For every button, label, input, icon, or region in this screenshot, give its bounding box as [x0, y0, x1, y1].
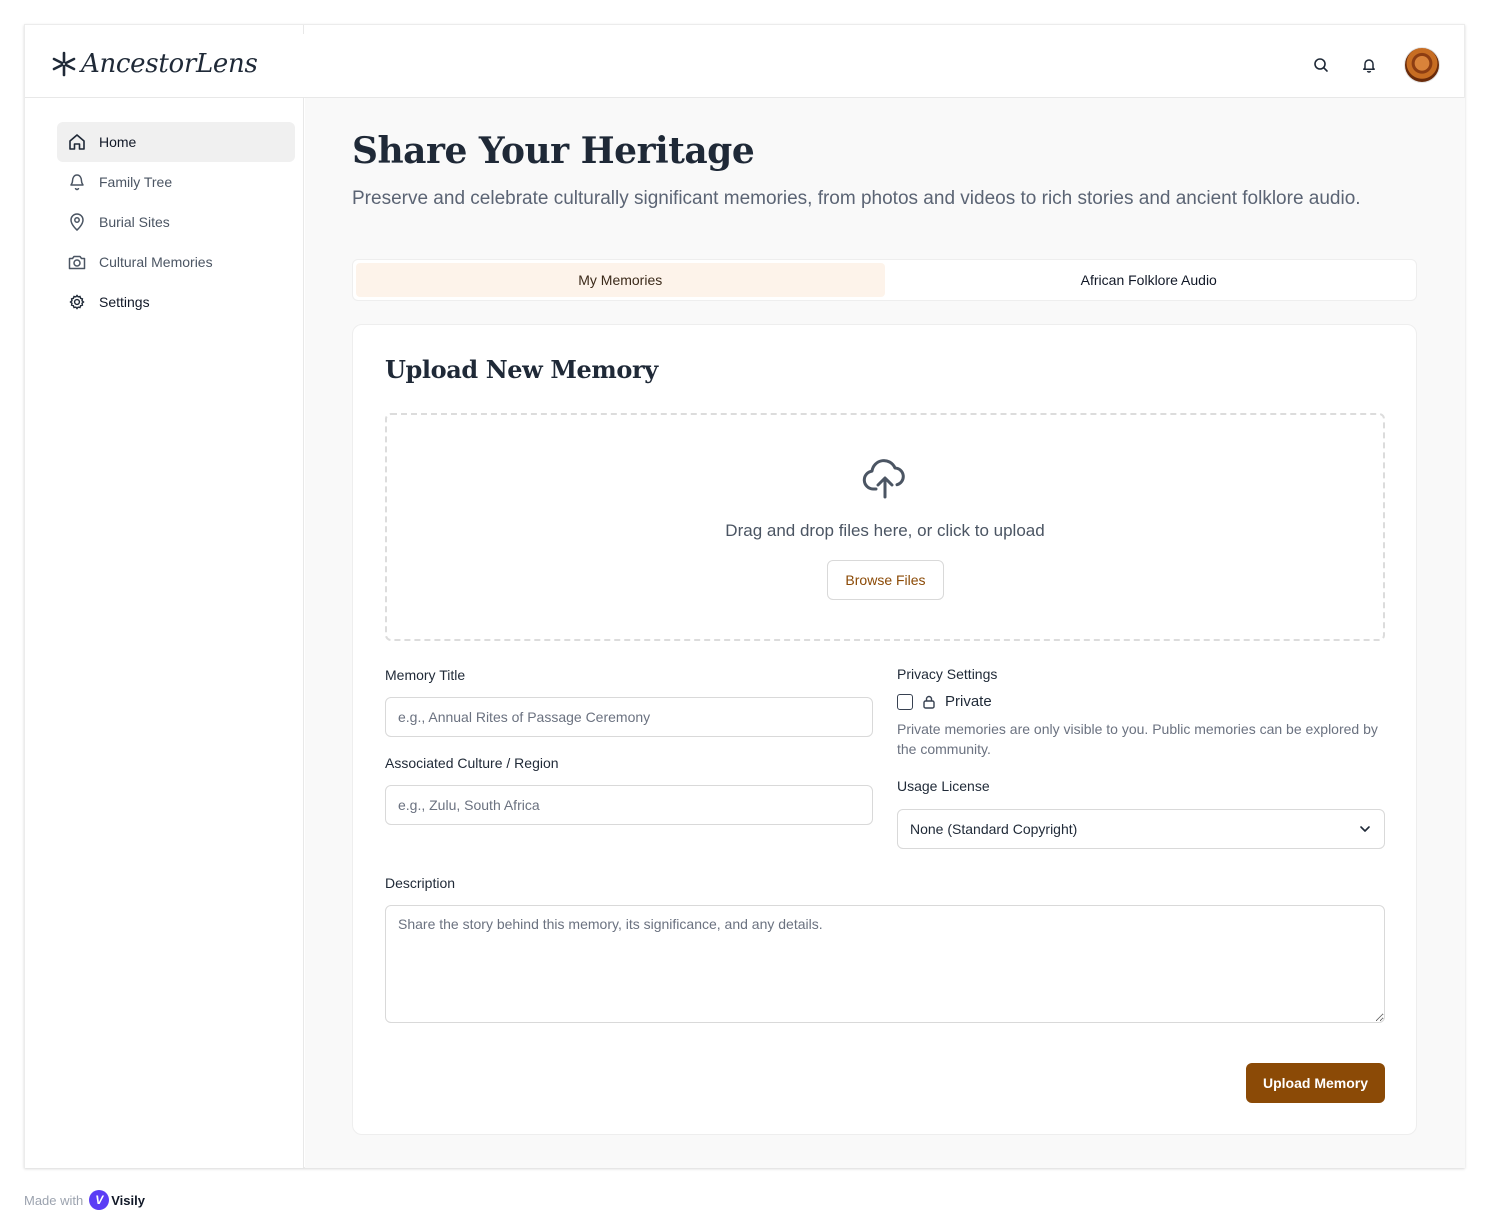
visily-logo-icon: V: [89, 1190, 110, 1210]
lock-icon: [923, 695, 935, 709]
file-dropzone[interactable]: Drag and drop files here, or click to up…: [385, 413, 1385, 641]
visily-badge: V Visily: [89, 1190, 145, 1210]
description-textarea[interactable]: [385, 905, 1385, 1023]
made-with-footer[interactable]: Made with V Visily: [24, 1190, 145, 1210]
tab-my-memories[interactable]: My Memories: [356, 263, 885, 297]
memory-title-label: Memory Title: [385, 667, 466, 683]
sidebar-item-label: Settings: [99, 294, 150, 310]
made-with-text: Made with: [24, 1192, 84, 1208]
privacy-help-text: Private memories are only visible to you…: [897, 721, 1378, 757]
description-label: Description: [385, 875, 456, 891]
page-subtitle: Preserve and celebrate culturally signif…: [352, 188, 1361, 209]
sidebar-item-settings[interactable]: Settings: [57, 282, 295, 322]
card-title: Upload New Memory: [385, 355, 658, 384]
top-bar: AncestorLens: [25, 33, 1464, 98]
usage-license-select[interactable]: None (Standard Copyright): [897, 809, 1385, 849]
sidebar-nav: Home Family Tree Burial Sites Cultural M…: [57, 122, 295, 322]
app-logo[interactable]: AncestorLens: [51, 49, 258, 79]
bell-icon[interactable]: [1356, 52, 1382, 78]
privacy-settings-label: Privacy Settings: [897, 666, 998, 682]
culture-region-input[interactable]: [385, 785, 873, 825]
privacy-toggle-row: Private: [897, 693, 992, 710]
tab-bar: My Memories African Folklore Audio: [352, 259, 1417, 301]
memory-title-input[interactable]: [385, 697, 873, 737]
culture-region-label: Associated Culture / Region: [385, 755, 559, 771]
sidebar-item-home[interactable]: Home: [57, 122, 295, 162]
sidebar-item-label: Home: [99, 134, 137, 150]
sidebar-item-burial-sites[interactable]: Burial Sites: [57, 202, 295, 242]
camera-icon: [68, 255, 86, 270]
dropzone-text: Drag and drop files here, or click to up…: [725, 521, 1045, 540]
main-content: Share Your Heritage Preserve and celebra…: [305, 98, 1465, 1168]
logo-icon: [52, 51, 76, 77]
usage-license-label: Usage License: [897, 778, 990, 794]
cloud-upload-icon: [862, 459, 905, 499]
map-pin-icon: [70, 213, 84, 231]
private-checkbox[interactable]: [897, 693, 913, 710]
visily-brand: Visily: [111, 1192, 145, 1208]
upload-memory-button[interactable]: Upload Memory: [1246, 1063, 1385, 1103]
sidebar-item-label: Cultural Memories: [99, 254, 213, 270]
page-title: Share Your Heritage: [352, 130, 755, 172]
home-icon: [69, 134, 85, 150]
topbar-divider: [25, 25, 304, 34]
tree-icon: [70, 174, 84, 191]
search-icon[interactable]: [1308, 52, 1334, 78]
sidebar: Home Family Tree Burial Sites Cultural M…: [25, 98, 304, 1168]
app-name: AncestorLens: [81, 49, 258, 79]
browse-files-button[interactable]: Browse Files: [827, 560, 944, 600]
gear-icon: [69, 294, 85, 310]
private-label: Private: [945, 693, 992, 710]
user-avatar[interactable]: [1404, 47, 1440, 83]
app-window: AncestorLens Home Family Tree Burial Sit…: [24, 24, 1465, 1168]
upload-memory-card: Upload New Memory Drag and drop files he…: [352, 324, 1417, 1135]
sidebar-item-label: Burial Sites: [99, 214, 170, 230]
chevron-down-icon: [1360, 826, 1370, 832]
usage-license-value: None (Standard Copyright): [910, 821, 1078, 837]
tab-african-folklore-audio[interactable]: African Folklore Audio: [885, 263, 1414, 297]
sidebar-item-cultural-memories[interactable]: Cultural Memories: [57, 242, 295, 282]
sidebar-item-label: Family Tree: [99, 174, 173, 190]
sidebar-item-family-tree[interactable]: Family Tree: [57, 162, 295, 202]
